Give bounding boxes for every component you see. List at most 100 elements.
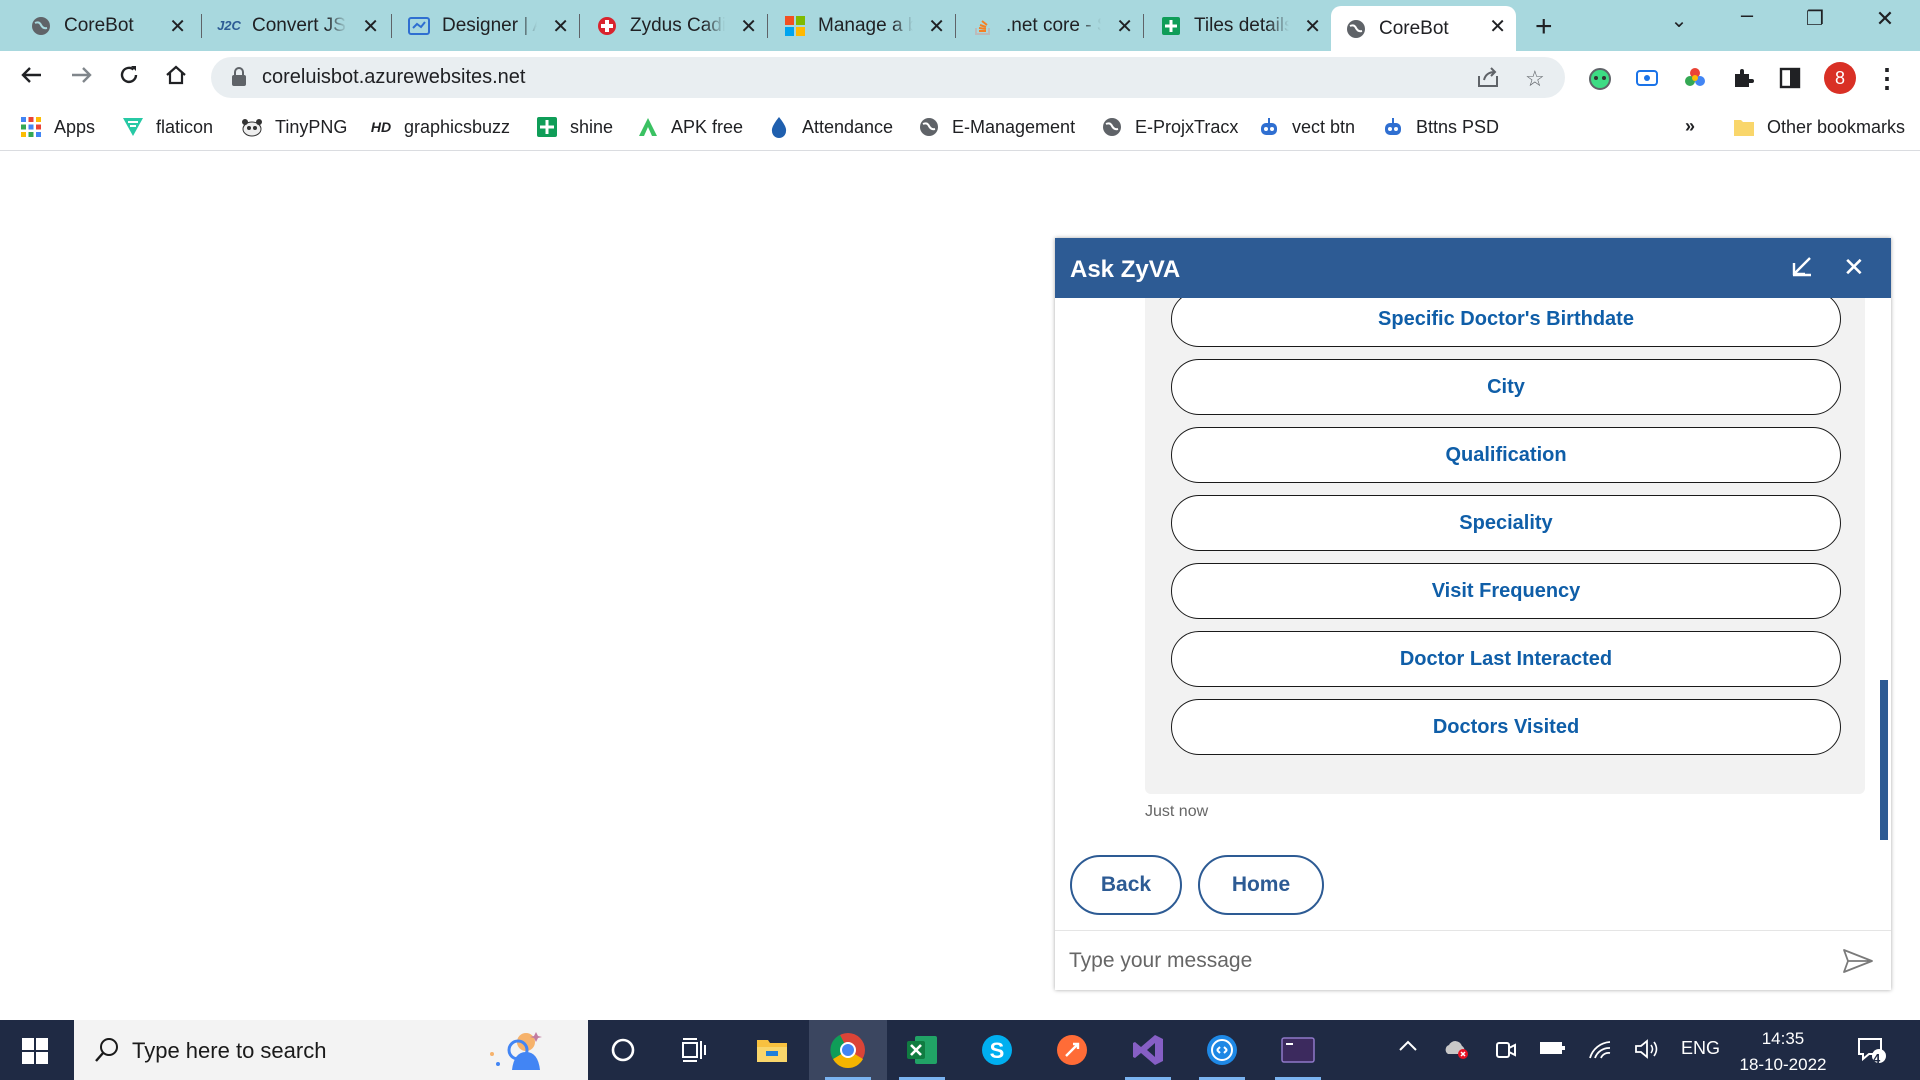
chrome-icon[interactable]	[828, 1030, 868, 1070]
meet-now-icon[interactable]	[1494, 1038, 1518, 1067]
choice-button[interactable]: Qualification	[1171, 427, 1841, 483]
task-view-icon[interactable]	[675, 1030, 715, 1070]
terminal-icon[interactable]	[1278, 1030, 1318, 1070]
svg-text:S: S	[990, 1038, 1005, 1063]
tab-0[interactable]: CoreBot ✕	[16, 6, 196, 45]
tab-title: Convert JSON	[252, 14, 347, 36]
close-icon[interactable]: ✕	[928, 14, 945, 39]
close-icon[interactable]: ✕	[552, 14, 569, 39]
bookmark-label: flaticon	[156, 116, 214, 137]
choice-button[interactable]: Doctors Visited	[1171, 699, 1841, 755]
url-text[interactable]: coreluisbot.azurewebsites.net	[262, 66, 525, 89]
chat-widget: Ask ZyVA ✕ Specific Doctor's Birthdate C…	[1055, 238, 1891, 990]
bookmark-graphicsbuzz[interactable]: HD graphicsbuzz	[370, 116, 510, 138]
screen-capture-extension-icon[interactable]	[1634, 65, 1660, 91]
restore-icon[interactable]: ❐	[1790, 6, 1840, 31]
chrome-menu-kebab-icon[interactable]: ⋮	[1874, 63, 1900, 93]
color-picker-extension-icon[interactable]	[1682, 65, 1708, 91]
new-tab-plus-icon[interactable]: +	[1535, 10, 1553, 44]
bookmark-tinypng[interactable]: TinyPNG	[241, 116, 347, 138]
chat-scrollbar[interactable]	[1880, 680, 1888, 840]
minimize-icon[interactable]: –	[1722, 2, 1772, 28]
bookmark-flaticon[interactable]: flaticon	[122, 116, 213, 138]
close-icon[interactable]: ✕	[1304, 14, 1321, 39]
excel-icon[interactable]	[902, 1030, 942, 1070]
skype-icon[interactable]: S	[977, 1030, 1017, 1070]
tab-2[interactable]: Designer | Azure ✕	[394, 6, 579, 45]
tab-search-chevron-icon[interactable]: ⌄	[1654, 8, 1704, 33]
tab-5[interactable]: .net core - Stack ✕	[958, 6, 1143, 45]
lock-icon[interactable]	[231, 67, 247, 92]
tab-1[interactable]: J2C Convert JSON ✕	[204, 6, 389, 45]
onedrive-error-icon[interactable]	[1443, 1038, 1471, 1065]
close-icon[interactable]: ✕	[740, 14, 757, 39]
address-bar[interactable]: coreluisbot.azurewebsites.net ☆	[211, 57, 1565, 98]
home-button[interactable]: Home	[1198, 855, 1324, 915]
close-icon[interactable]: ✕	[1116, 14, 1133, 39]
notification-center-icon[interactable]	[1857, 1036, 1887, 1069]
search-icon	[94, 1037, 120, 1068]
windows-start-icon[interactable]	[22, 1038, 48, 1069]
zydus-icon	[596, 15, 618, 37]
bookmark-e-management[interactable]: E-Management	[918, 116, 1075, 138]
send-icon[interactable]	[1842, 948, 1874, 979]
battery-icon[interactable]	[1539, 1038, 1567, 1063]
globe-icon	[1345, 18, 1367, 40]
tab-6[interactable]: Tiles details ✕	[1146, 6, 1331, 45]
close-icon[interactable]: ✕	[1489, 14, 1506, 39]
choice-button[interactable]: Specific Doctor's Birthdate	[1171, 298, 1841, 347]
tray-chevron-up-icon[interactable]	[1397, 1038, 1419, 1059]
window-close-icon[interactable]: ✕	[1860, 6, 1910, 32]
bookmark-star-icon[interactable]: ☆	[1525, 66, 1545, 92]
choice-button[interactable]: City	[1171, 359, 1841, 415]
bookmark-shine[interactable]: shine	[536, 116, 613, 138]
choice-button[interactable]: Visit Frequency	[1171, 563, 1841, 619]
bookmark-apps[interactable]: Apps	[20, 116, 95, 138]
bookmark-attendance[interactable]: Attendance	[768, 116, 893, 138]
choice-button[interactable]: Speciality	[1171, 495, 1841, 551]
back-button[interactable]: Back	[1070, 855, 1182, 915]
clock[interactable]: 14:35 18-10-2022	[1738, 1026, 1828, 1078]
tab-3[interactable]: Zydus Cadila ✕	[582, 6, 767, 45]
close-icon[interactable]: ✕	[169, 14, 186, 39]
visual-studio-icon[interactable]	[1128, 1030, 1168, 1070]
reload-icon[interactable]	[117, 63, 141, 94]
tab-7[interactable]: CoreBot ✕	[1331, 6, 1516, 51]
taskbar-search[interactable]: Type here to search	[74, 1020, 588, 1080]
bookmarks-overflow-chevron[interactable]: »	[1685, 116, 1695, 137]
share-icon[interactable]	[1476, 66, 1500, 94]
tab-separator	[391, 14, 392, 38]
hd-icon: HD	[370, 119, 392, 135]
chat-transcript[interactable]: Specific Doctor's Birthdate City Qualifi…	[1055, 298, 1891, 930]
bookmark-e-projxtracx[interactable]: E-ProjxTracx	[1101, 116, 1238, 138]
bookmark-bttns-psd[interactable]: Bttns PSD	[1382, 116, 1499, 138]
bookmark-apk-free[interactable]: APK free	[637, 116, 743, 138]
cortana-icon[interactable]	[603, 1030, 643, 1070]
language-indicator[interactable]: ENG	[1681, 1038, 1720, 1059]
android-extension-icon[interactable]	[1587, 65, 1613, 91]
file-explorer-icon[interactable]	[752, 1030, 792, 1070]
profile-avatar[interactable]: 8	[1824, 62, 1856, 94]
close-icon[interactable]: ✕	[362, 14, 379, 39]
home-icon[interactable]	[164, 63, 188, 94]
side-panel-icon[interactable]	[1777, 65, 1803, 91]
forward-arrow-icon[interactable]	[69, 63, 93, 94]
remote-desktop-icon[interactable]	[1202, 1030, 1242, 1070]
wifi-icon[interactable]	[1587, 1038, 1613, 1065]
j2c-icon: J2C	[217, 18, 241, 33]
choice-card: Specific Doctor's Birthdate City Qualifi…	[1145, 298, 1865, 794]
other-bookmarks[interactable]: Other bookmarks	[1733, 116, 1905, 138]
minimize-chat-icon[interactable]	[1790, 254, 1814, 285]
search-placeholder: Type here to search	[132, 1038, 327, 1063]
choice-button[interactable]: Doctor Last Interacted	[1171, 631, 1841, 687]
close-chat-icon[interactable]: ✕	[1843, 252, 1865, 283]
notification-count: 4	[1873, 1051, 1881, 1066]
back-arrow-icon[interactable]	[20, 63, 44, 94]
postman-icon[interactable]	[1052, 1030, 1092, 1070]
bookmark-vect-btn[interactable]: vect btn	[1258, 116, 1355, 138]
bookmark-label: Bttns PSD	[1416, 116, 1500, 137]
volume-icon[interactable]	[1634, 1038, 1660, 1065]
message-input[interactable]	[1069, 943, 1809, 979]
tab-4[interactable]: Manage a bot ✕	[770, 6, 955, 45]
extensions-puzzle-icon[interactable]	[1730, 65, 1756, 91]
